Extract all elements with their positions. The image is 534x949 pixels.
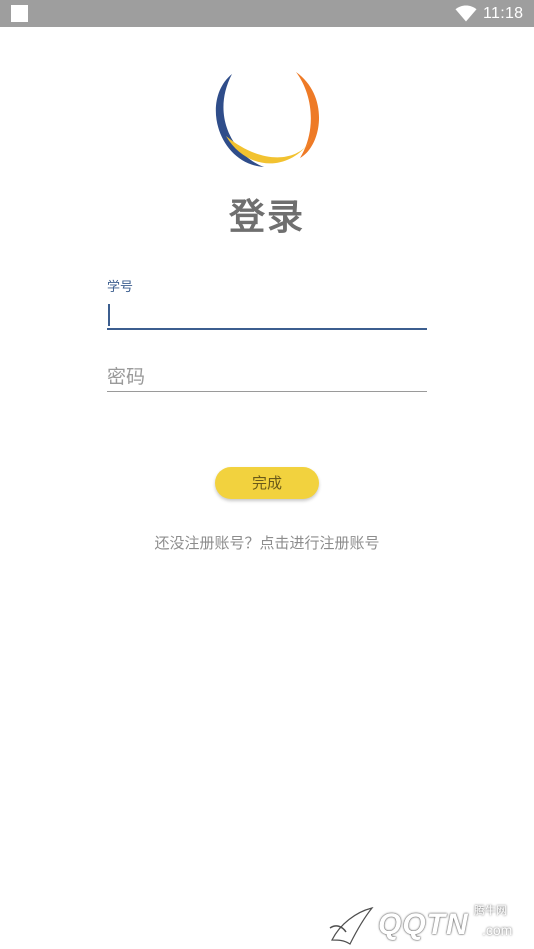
watermark-suffix: .com [482,922,513,938]
ring-logo-icon [215,72,320,167]
student-id-label: 学号 [107,280,134,295]
wifi-icon [455,5,477,22]
password-placeholder: 密码 [107,366,146,388]
student-id-input[interactable] [107,300,427,330]
watermark-brand: QQTN [378,908,469,941]
password-input[interactable]: 密码 [107,362,427,392]
watermark-chinese: 腾牛网 [474,904,507,917]
status-bar: 11:18 [0,0,534,27]
submit-button[interactable]: 完成 [215,467,319,499]
page-title: 登录 [228,197,305,238]
notification-icon [11,5,28,22]
watermark: QQTN .com 腾牛网 [322,896,534,949]
leaf-logo-icon [329,906,374,945]
status-time: 11:18 [483,5,524,22]
text-cursor [108,304,110,326]
register-link[interactable]: 还没注册账号？点击进行注册账号 [0,532,534,554]
